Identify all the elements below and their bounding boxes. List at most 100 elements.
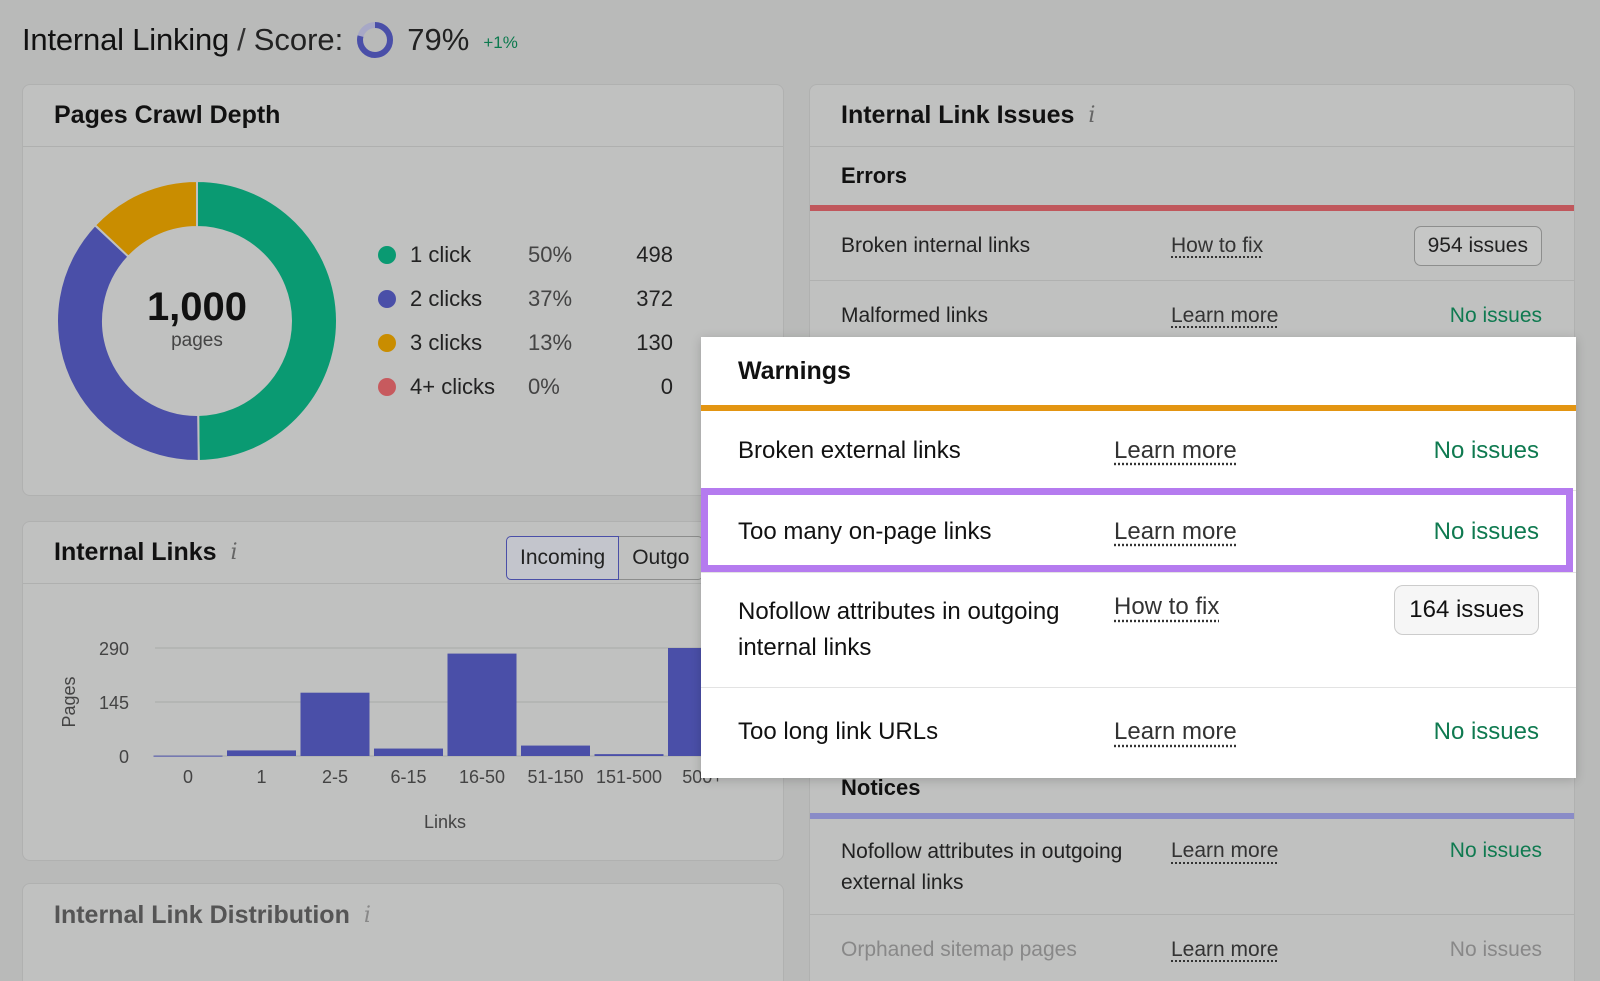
issues-count-button[interactable]: 954 issues — [1413, 225, 1542, 266]
tab-outgoing[interactable]: Outgo — [619, 536, 704, 580]
warning-row[interactable]: Too long link URLs Learn more No issues — [701, 688, 1576, 776]
legend-label: 3 clicks — [410, 330, 483, 355]
x-tick-label: 6-15 — [390, 767, 426, 787]
issue-row[interactable]: Orphaned sitemap pages Learn more No iss… — [810, 915, 1574, 981]
warning-row[interactable]: Broken external links Learn more No issu… — [701, 411, 1576, 491]
warnings-panel: Warnings Broken external links Learn mor… — [701, 337, 1576, 778]
legend-row-2-clicks[interactable]: 2 clicks 37% 372 — [378, 277, 673, 321]
issue-status: No issues — [1449, 303, 1542, 327]
x-axis-label: Links — [424, 812, 466, 832]
warning-status: No issues — [1433, 718, 1539, 745]
bar-16-50[interactable] — [447, 653, 517, 756]
legend-value: 498 — [636, 242, 673, 267]
page-header: Internal Linking / Score: 79% +1% — [22, 18, 518, 62]
how-to-fix-link[interactable]: How to fix — [1114, 593, 1219, 621]
link-distribution-header: Internal Link Distribution i — [23, 884, 783, 946]
score-label: Score: — [253, 22, 344, 57]
y-axis-label: Pages — [59, 676, 79, 727]
issues-count-button[interactable]: 164 issues — [1394, 585, 1539, 635]
direction-toggle: Incoming Outgo — [506, 536, 704, 580]
legend-row-1-click[interactable]: 1 click 50% 498 — [378, 233, 673, 277]
bar-1[interactable] — [227, 750, 296, 756]
learn-more-link[interactable]: Learn more — [1171, 839, 1371, 863]
legend-dot — [378, 290, 396, 308]
bar-6-15[interactable] — [374, 748, 443, 756]
learn-more-link[interactable]: Learn more — [1114, 518, 1237, 546]
legend-row-3-clicks[interactable]: 3 clicks 13% 130 — [378, 321, 673, 365]
legend-percent: 0% — [528, 374, 560, 399]
x-tick-label: 1 — [256, 767, 266, 787]
total-pages-label: pages — [171, 329, 223, 351]
legend-dot — [378, 378, 396, 396]
issue-row[interactable]: Broken internal links How to fix 954 iss… — [810, 211, 1574, 281]
x-tick-label: 151-500 — [596, 767, 662, 787]
how-to-fix-link[interactable]: How to fix — [1171, 234, 1371, 258]
learn-more-link[interactable]: Learn more — [1171, 938, 1371, 962]
warning-row[interactable]: Nofollow attributes in outgoing internal… — [701, 573, 1576, 688]
score-ring-icon — [357, 22, 394, 58]
crawl-depth-donut[interactable]: 1,000 pages — [54, 178, 340, 464]
info-icon[interactable]: i — [231, 540, 238, 565]
legend-percent: 13% — [528, 330, 573, 355]
x-tick-label: 0 — [183, 767, 193, 787]
link-distribution-title: Internal Link Distribution — [54, 900, 350, 929]
link-distribution-card: Internal Link Distribution i — [22, 883, 784, 981]
info-icon[interactable]: i — [1088, 103, 1095, 128]
bar-2-5[interactable] — [300, 692, 370, 756]
tab-incoming[interactable]: Incoming — [506, 536, 620, 580]
learn-more-link[interactable]: Learn more — [1171, 304, 1371, 328]
issue-status: No issues — [1449, 937, 1542, 961]
warnings-title: Warnings — [738, 356, 851, 385]
page-title: Internal Linking — [22, 22, 230, 57]
crawl-depth-title: Pages Crawl Depth — [54, 101, 281, 129]
legend-value: 0 — [660, 374, 673, 399]
x-tick-label: 2-5 — [322, 767, 348, 787]
issue-name: Broken internal links — [841, 234, 1031, 257]
learn-more-link[interactable]: Learn more — [1114, 437, 1237, 465]
internal-links-title: Internal Links — [54, 538, 217, 566]
legend-label: 2 clicks — [410, 286, 483, 311]
y-tick-label: 145 — [99, 693, 129, 713]
score-value: 79% — [407, 22, 470, 57]
y-tick-label: 290 — [99, 639, 129, 659]
title-separator: / — [237, 22, 246, 57]
warning-name: Too many on-page links — [738, 517, 992, 545]
crawl-depth-legend: 1 click 50% 498 2 clicks 37% 372 3 click… — [378, 233, 673, 409]
x-tick-label: 51-150 — [527, 767, 583, 787]
warning-status: No issues — [1433, 436, 1539, 464]
legend-row-4-plus-clicks[interactable]: 4+ clicks 0% 0 — [378, 365, 673, 409]
issue-status: No issues — [1449, 839, 1542, 862]
internal-links-card: Internal Links i Incoming Outgo 290 145 0 P… — [22, 521, 784, 861]
issue-name: Orphaned sitemap pages — [841, 938, 1077, 961]
crawl-depth-header: Pages Crawl Depth — [23, 85, 783, 147]
warning-status: No issues — [1433, 517, 1539, 545]
warning-row-highlighted[interactable]: Too many on-page links Learn more No iss… — [701, 491, 1576, 573]
warning-name: Nofollow attributes in outgoing internal… — [738, 598, 1060, 661]
issue-row[interactable]: Nofollow attributes in outgoing external… — [810, 819, 1574, 915]
learn-more-link[interactable]: Learn more — [1114, 718, 1237, 746]
legend-label: 4+ clicks — [410, 374, 495, 399]
warning-name: Broken external links — [738, 436, 961, 464]
total-pages-value: 1,000 — [146, 284, 248, 329]
bar-0[interactable] — [153, 755, 223, 757]
issue-name: Nofollow attributes in outgoing external… — [841, 839, 1123, 894]
legend-dot — [378, 334, 396, 352]
info-icon[interactable]: i — [364, 903, 371, 928]
bar-51-150[interactable] — [521, 745, 590, 756]
legend-percent: 37% — [528, 286, 573, 311]
warning-name: Too long link URLs — [738, 718, 939, 745]
legend-percent: 50% — [528, 242, 573, 267]
score-delta: +1% — [483, 33, 518, 52]
crawl-depth-card: Pages Crawl Depth 1,000 pages 1 click 50… — [22, 84, 784, 496]
legend-label: 1 click — [410, 242, 472, 267]
link-issues-title: Internal Link Issues — [841, 101, 1075, 129]
legend-value: 130 — [636, 330, 673, 355]
legend-dot — [378, 246, 396, 264]
bar-151-500[interactable] — [594, 754, 664, 756]
x-tick-label: 16-50 — [459, 767, 505, 787]
errors-section-label: Errors — [841, 163, 908, 188]
issue-name: Malformed links — [841, 304, 989, 327]
legend-value: 372 — [636, 286, 673, 311]
internal-links-chart: 2901450Pages012-56-1516-5051-150151-5005… — [59, 639, 783, 832]
link-issues-header: Internal Link Issues i — [810, 85, 1574, 147]
